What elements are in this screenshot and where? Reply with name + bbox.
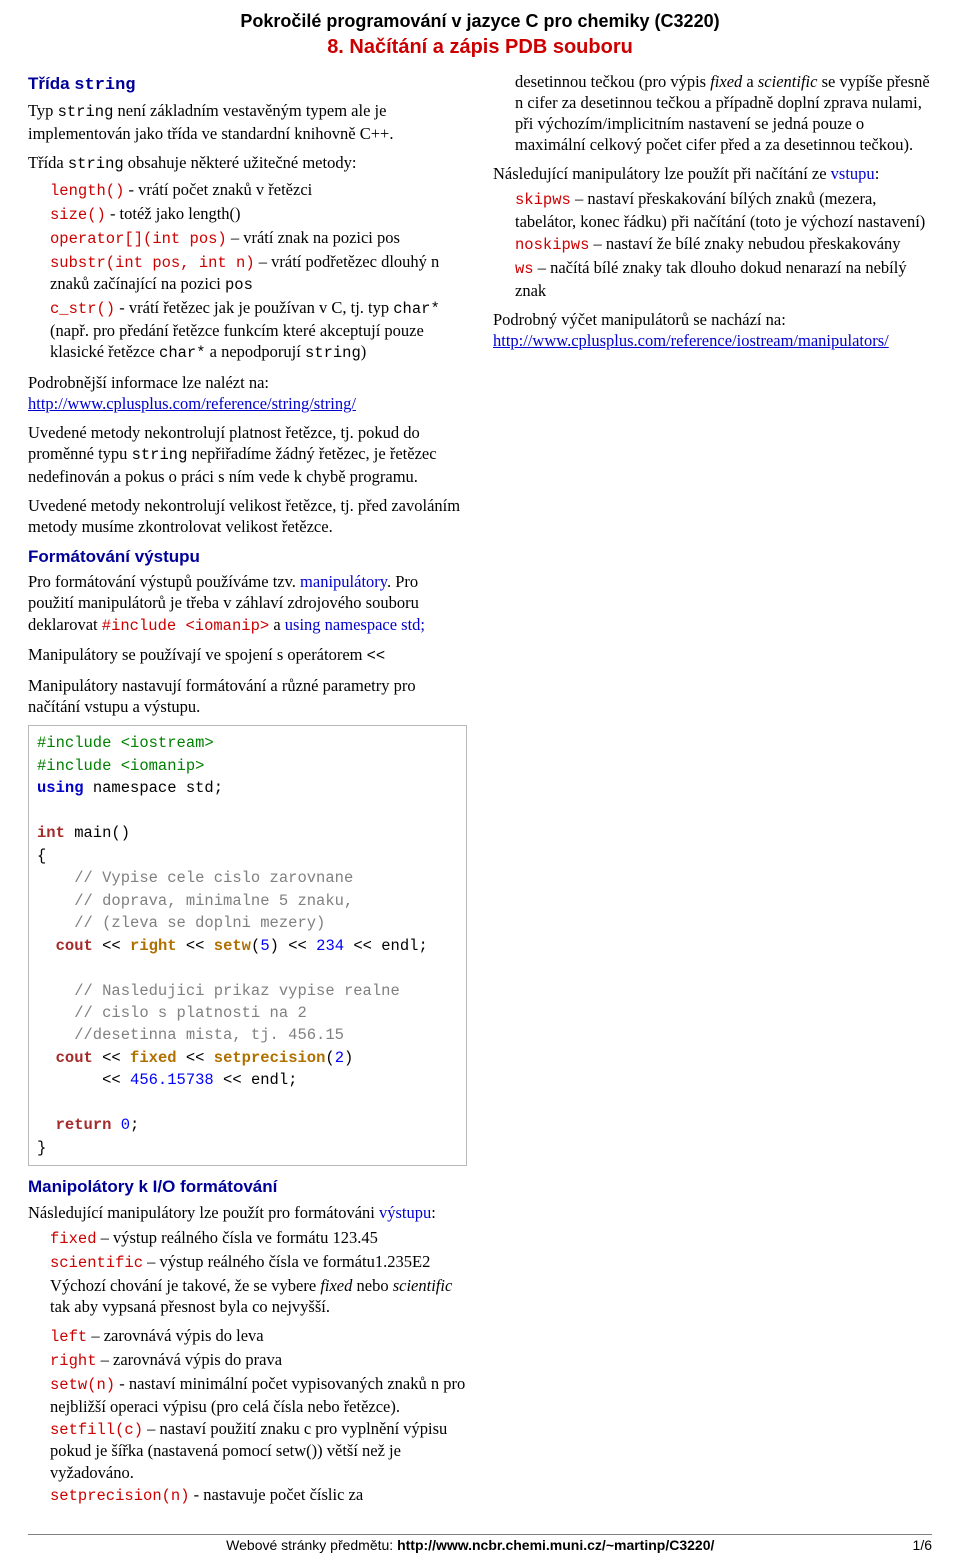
manip-noskipws: noskipws – nastaví že bílé znaky nebudou… bbox=[515, 233, 932, 256]
link-string-ref[interactable]: http://www.cplusplus.com/reference/strin… bbox=[28, 394, 356, 413]
para-manip-set: Manipulátory nastavují formátování a růz… bbox=[28, 675, 467, 717]
method-operator: operator[](int pos) – vrátí znak na pozi… bbox=[50, 227, 467, 250]
manip-fixed: fixed – výstup reálného čísla ve formátu… bbox=[50, 1227, 467, 1250]
manip-setprecision: setprecision(n) - nastavuje počet číslic… bbox=[50, 1484, 467, 1507]
para-manip-intro: Pro formátování výstupů používáme tzv. m… bbox=[28, 571, 467, 636]
columns: Třída string Typ string není základním v… bbox=[28, 67, 932, 1515]
chapter-title: 8. Načítání a zápis PDB souboru bbox=[28, 35, 932, 61]
section-title-io-manip: Manipolátory k I/O formátování bbox=[28, 1176, 467, 1198]
manip-ws: ws – načítá bílé znaky tak dlouho dokud … bbox=[515, 257, 932, 301]
code-example: #include <iostream> #include <iomanip> u… bbox=[28, 725, 467, 1166]
left-column: Třída string Typ string není základním v… bbox=[28, 67, 467, 1515]
footer-rule bbox=[28, 1534, 932, 1535]
para-more-info: Podrobnější informace lze nalézt na: htt… bbox=[28, 372, 467, 414]
manip-skipws: skipws – nastaví přeskakování bílých zna… bbox=[515, 188, 932, 232]
section-title-string: Třída string bbox=[28, 73, 467, 97]
para-string-intro: Typ string není základním vestavěným typ… bbox=[28, 100, 467, 144]
para-output-manip-intro: Následující manipulátory lze použít pro … bbox=[28, 1202, 467, 1223]
manip-right: right – zarovnává výpis do prava bbox=[50, 1349, 467, 1372]
footer-text: Webové stránky předmětu: http://www.ncbr… bbox=[28, 1537, 913, 1555]
para-validity: Uvedené metody nekontrolují platnost řet… bbox=[28, 422, 467, 487]
link-iostream-ref[interactable]: http://www.cplusplus.com/reference/iostr… bbox=[493, 331, 889, 350]
footer: Webové stránky předmětu: http://www.ncbr… bbox=[0, 1534, 960, 1555]
methods-list: length() - vrátí počet znaků v řetězci s… bbox=[50, 179, 467, 364]
method-cstr: c_str() - vrátí řetězec jak je používan … bbox=[50, 297, 467, 364]
right-column: desetinnou tečkou (pro výpis fixed a sci… bbox=[493, 67, 932, 1515]
output-manip-list-2: left – zarovnává výpis do leva right – z… bbox=[50, 1325, 467, 1506]
para-input-manip-intro: Následující manipulátory lze použít při … bbox=[493, 163, 932, 184]
para-size-check: Uvedené metody nekontrolují velikost řet… bbox=[28, 495, 467, 537]
page-header: Pokročilé programování v jazyce C pro ch… bbox=[28, 10, 932, 61]
input-manip-list: skipws – nastaví přeskakování bílých zna… bbox=[515, 188, 932, 301]
method-length: length() - vrátí počet znaků v řetězci bbox=[50, 179, 467, 202]
page-number: 1/6 bbox=[913, 1537, 932, 1555]
output-manip-list-1: fixed – výstup reálného čísla ve formátu… bbox=[50, 1227, 467, 1317]
para-manip-ref: Podrobný výčet manipulátorů se nachází n… bbox=[493, 309, 932, 351]
course-title: Pokročilé programování v jazyce C pro ch… bbox=[28, 10, 932, 33]
section-title-formatting: Formátování výstupu bbox=[28, 546, 467, 568]
page: Pokročilé programování v jazyce C pro ch… bbox=[0, 0, 960, 1564]
manip-setfill: setfill(c) – nastaví použití znaku c pro… bbox=[50, 1418, 467, 1483]
sect-title-pre: Třída bbox=[28, 74, 74, 93]
sect-title-code: string bbox=[74, 76, 135, 95]
para-manip-op: Manipulátory se používají ve spojení s o… bbox=[28, 644, 467, 667]
method-size: size() - totéž jako length() bbox=[50, 203, 467, 226]
manip-default-behavior: Výchozí chování je takové, že se vybere … bbox=[50, 1275, 467, 1317]
manip-setw: setw(n) - nastaví minimální počet vypiso… bbox=[50, 1373, 467, 1417]
manip-left: left – zarovnává výpis do leva bbox=[50, 1325, 467, 1348]
method-substr: substr(int pos, int n) – vrátí podřetěze… bbox=[50, 251, 467, 297]
manip-scientific: scientific – výstup reálného čísla ve fo… bbox=[50, 1251, 467, 1274]
setprecision-cont: desetinnou tečkou (pro výpis fixed a sci… bbox=[515, 71, 932, 155]
para-methods-intro: Třída string obsahuje některé užitečné m… bbox=[28, 152, 467, 175]
